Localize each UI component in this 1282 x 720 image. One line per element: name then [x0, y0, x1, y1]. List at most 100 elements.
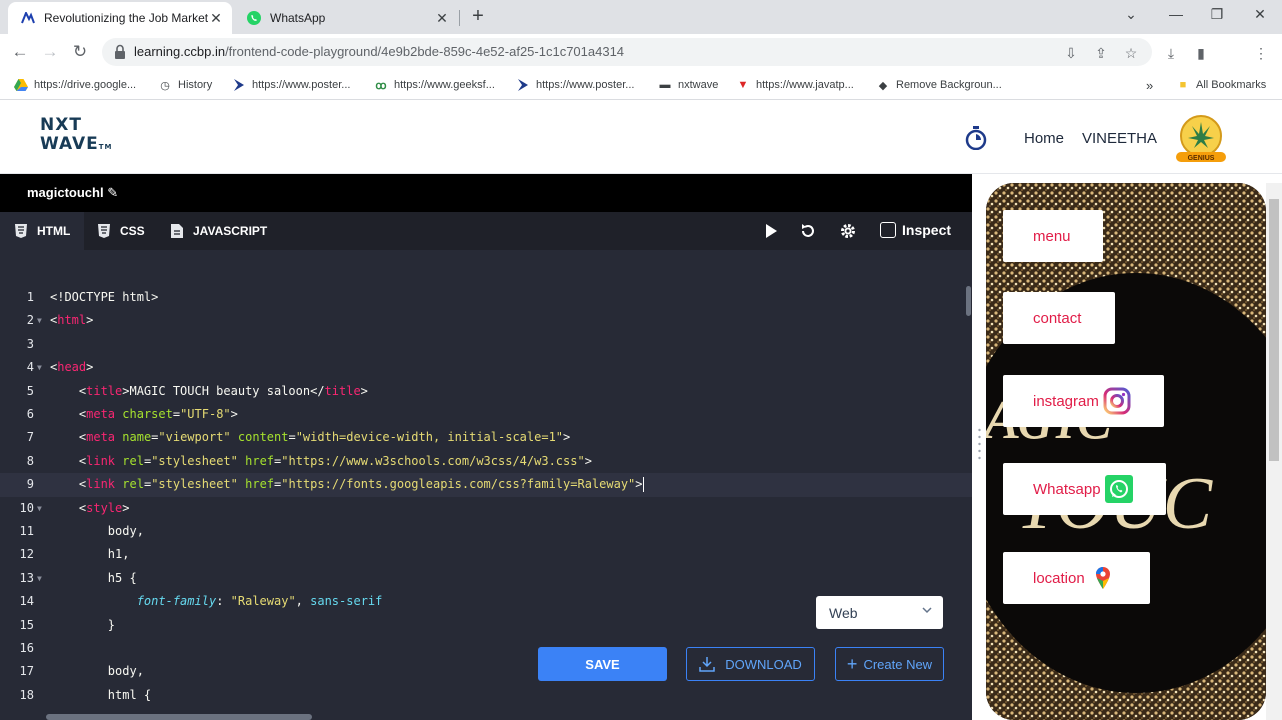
close-icon[interactable]: ✕	[208, 10, 224, 27]
download-icon[interactable]: ⤓	[1162, 44, 1180, 62]
geeksforgeeks-icon: ꝏ	[375, 79, 387, 92]
bookmarks-bar: https://drive.google... ◷ History https:/…	[0, 70, 1282, 100]
window-close-icon[interactable]: ✕	[1240, 0, 1280, 28]
minimize-icon[interactable]: —	[1156, 0, 1196, 28]
nav-user-name[interactable]: VINEETHA	[1082, 130, 1157, 147]
preview-panel: ᴀɢɪᴄ TOUC menu contact instagram Whatsap…	[986, 183, 1266, 720]
bookmarks-overflow-icon[interactable]: »	[1146, 77, 1153, 93]
whatsapp-favicon-icon	[246, 10, 262, 26]
code-line: 7 <meta name="viewport" content="width=d…	[26, 430, 571, 445]
maximize-icon[interactable]: ❐	[1197, 0, 1237, 28]
editor-tabs: HTML CSS JAVASCRIPT Inspect	[0, 212, 972, 250]
poster-icon	[232, 78, 246, 92]
browser-tab-whatsapp[interactable]: WhatsApp ✕	[234, 2, 458, 34]
genius-badge-icon[interactable]: GENIUS	[1172, 112, 1230, 164]
editor-horizontal-scrollbar[interactable]	[46, 714, 312, 720]
instagram-icon	[1103, 387, 1131, 415]
logo-text-top: NXT	[40, 115, 82, 135]
site-header: NXT WAVETM Home VINEETHA GENIUS	[0, 100, 1282, 174]
preview-scrollbar-thumb[interactable]	[1269, 199, 1279, 461]
bookmark-item[interactable]: ▬ nxtwave	[658, 77, 719, 93]
tab-separator	[459, 10, 460, 26]
code-line: 5 <title>MAGIC TOUCH beauty saloon</titl…	[26, 383, 368, 398]
drag-handle-icon[interactable]	[978, 428, 981, 464]
chevron-down-icon[interactable]: ⌄	[1111, 0, 1151, 28]
project-name[interactable]: magictouchl ✎	[27, 185, 118, 201]
svg-text:GENIUS: GENIUS	[1188, 155, 1215, 162]
text-caret	[642, 477, 644, 493]
drive-icon	[14, 78, 28, 92]
view-mode-select[interactable]: Web	[816, 596, 943, 629]
project-bar: magictouchl ✎	[0, 174, 972, 212]
settings-gear-icon[interactable]	[839, 222, 857, 240]
preview-instagram-link[interactable]: instagram	[1003, 375, 1164, 427]
install-app-icon[interactable]: ⇩	[1062, 44, 1080, 62]
reload-icon[interactable]: ↻	[68, 40, 92, 64]
preview-background-image: ᴀɢɪᴄ TOUC	[986, 183, 1266, 720]
timer-icon[interactable]	[965, 126, 987, 150]
back-arrow-icon[interactable]: ←	[8, 40, 32, 64]
preview-location-link[interactable]: location	[1003, 552, 1150, 604]
bookmark-item[interactable]: https://www.poster...	[516, 77, 634, 93]
tab-javascript[interactable]: JAVASCRIPT	[170, 212, 267, 250]
browser-tab-bar: Revolutionizing the Job Market ✕ WhatsAp…	[0, 0, 1282, 34]
bookmark-item[interactable]: ◷ History	[158, 77, 212, 93]
code-line: 16	[19, 641, 34, 655]
code-line: 12 h1,	[19, 547, 130, 562]
side-panel-icon[interactable]: ▮	[1192, 44, 1210, 62]
pencil-icon[interactable]: ✎	[107, 185, 118, 200]
code-editor-panel: magictouchl ✎ HTML CSS JAVASCRIPT Inspec…	[0, 174, 972, 720]
download-icon	[699, 657, 715, 672]
download-button[interactable]: DOWNLOAD	[686, 647, 815, 681]
code-line-active: 9 <link rel="stylesheet" href="https://f…	[0, 473, 972, 497]
more-menu-icon[interactable]: ⋮	[1252, 44, 1270, 62]
url-text: learning.ccbp.in/frontend-code-playgroun…	[134, 44, 625, 59]
forward-arrow-icon[interactable]: →	[38, 40, 62, 64]
preview-whatsapp-link[interactable]: Whatsapp	[1003, 463, 1166, 515]
star-icon[interactable]: ☆	[1122, 44, 1140, 62]
browser-tab-active[interactable]: Revolutionizing the Job Market ✕	[8, 2, 232, 34]
location-pin-icon	[1095, 567, 1110, 589]
folder-icon: ■	[1179, 79, 1187, 91]
checkbox-icon[interactable]	[880, 222, 896, 238]
tab-css[interactable]: CSS	[97, 212, 145, 250]
preview-scrollbar[interactable]	[1266, 183, 1282, 720]
javatpoint-icon: ▼	[737, 79, 749, 91]
html-file-icon	[15, 224, 27, 238]
remove-bg-icon: ◆	[878, 79, 888, 92]
close-icon[interactable]: ✕	[434, 10, 450, 27]
share-icon[interactable]: ⇪	[1092, 44, 1110, 62]
code-line: 6 <meta charset="UTF-8">	[26, 407, 238, 421]
lock-icon	[115, 44, 125, 59]
chevron-down-icon	[922, 607, 932, 614]
save-button[interactable]: SAVE	[538, 647, 667, 681]
preview-menu-link[interactable]: menu	[1003, 210, 1103, 262]
bookmark-item[interactable]: ◆ Remove Backgroun...	[876, 77, 1002, 93]
all-bookmarks[interactable]: ■ All Bookmarks	[1176, 77, 1267, 93]
bookmark-item[interactable]: https://drive.google...	[14, 77, 136, 93]
preview-contact-link[interactable]: contact	[1003, 292, 1115, 344]
history-icon: ◷	[160, 79, 170, 92]
nav-home-link[interactable]: Home	[1024, 130, 1064, 147]
tab-title: WhatsApp	[270, 11, 326, 25]
address-bar[interactable]: learning.ccbp.in/frontend-code-playgroun…	[102, 38, 1152, 66]
logo-text-bottom: WAVETM	[40, 134, 113, 154]
nxtwave-favicon-icon	[20, 10, 36, 26]
editor-vertical-scrollbar[interactable]	[966, 286, 971, 316]
browser-toolbar: ← → ↻ learning.ccbp.in/frontend-code-pla…	[0, 34, 1282, 96]
code-line: 3	[26, 336, 34, 351]
code-line: 18 html {	[19, 687, 152, 702]
bookmark-item[interactable]: ▼ https://www.javatp...	[736, 77, 854, 93]
bookmark-item[interactable]: https://www.poster...	[232, 77, 350, 93]
code-area[interactable]: 1 <!DOCTYPE html> 2 ▼ <html> 3 4 ▼ <head> 5 <…	[0, 286, 972, 720]
create-new-button[interactable]: + Create New	[835, 647, 944, 681]
tab-html[interactable]: HTML	[0, 212, 85, 250]
nxtwave-logo[interactable]: NXT WAVETM	[40, 116, 120, 160]
nxtwave-icon: ▬	[659, 79, 671, 91]
reset-icon[interactable]	[799, 222, 817, 240]
new-tab-icon[interactable]: +	[468, 4, 488, 28]
run-icon[interactable]	[762, 222, 780, 240]
inspect-toggle[interactable]: Inspect	[880, 222, 951, 238]
css-file-icon	[98, 224, 110, 238]
bookmark-item[interactable]: ꝏ https://www.geeksf...	[374, 77, 494, 93]
